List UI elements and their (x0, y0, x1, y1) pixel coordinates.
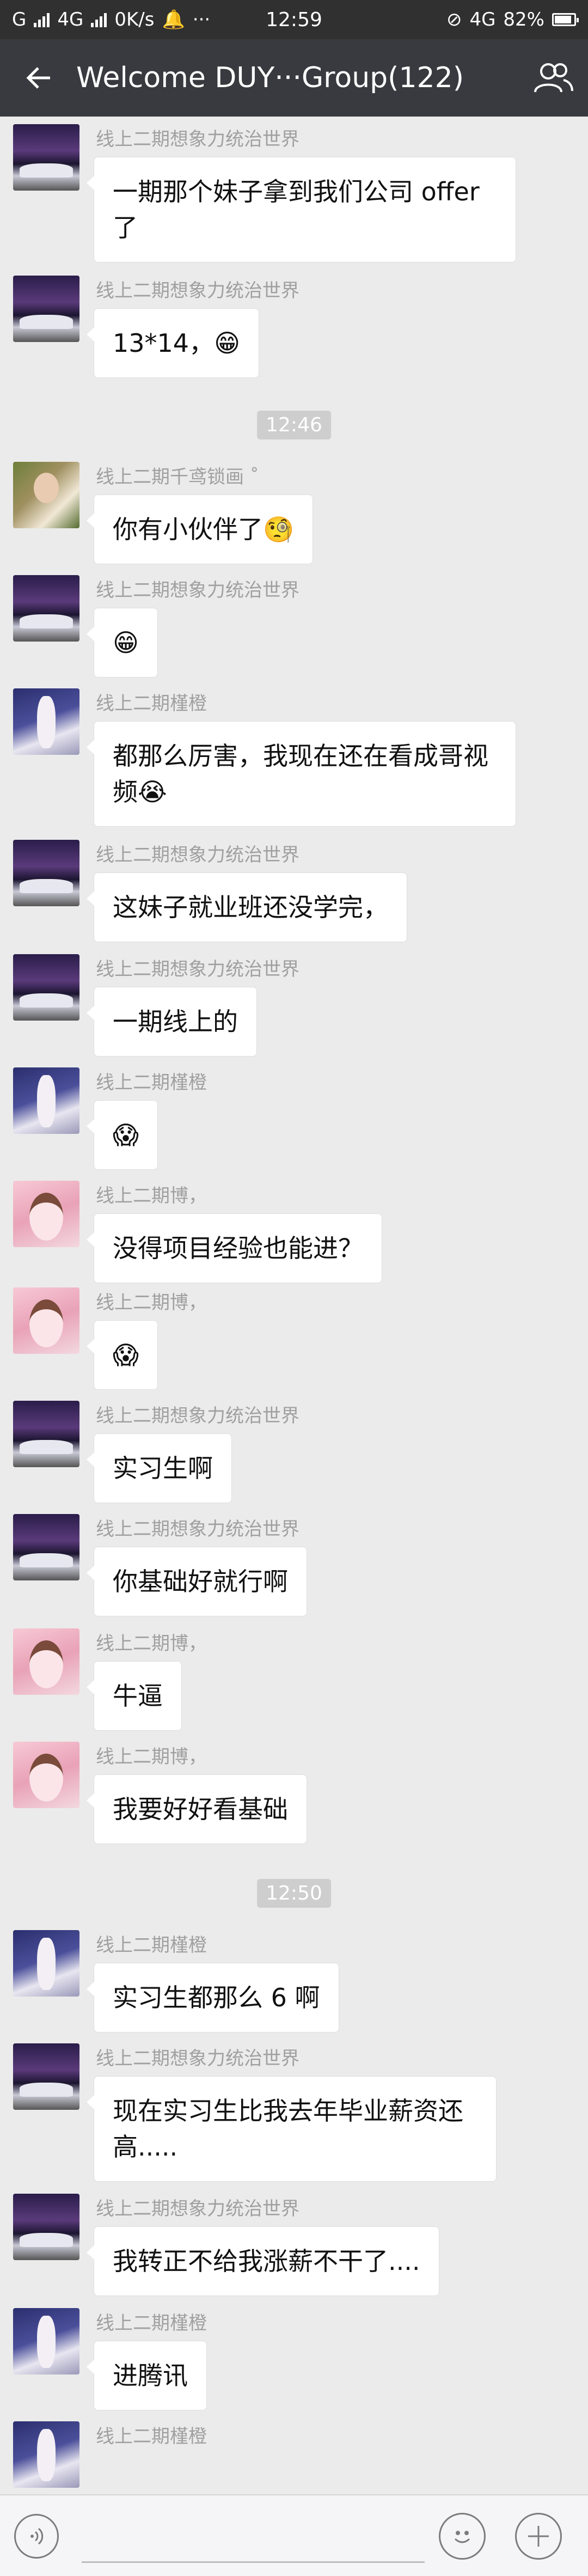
sender-name: 线上二期博， (96, 1292, 207, 1314)
sender-name: 线上二期想象力统治世界 (96, 1518, 299, 1540)
emoji-icon (454, 2531, 470, 2543)
message-bubble[interactable]: 😱 (87, 1320, 158, 1390)
sender-name: 线上二期槿橙 (96, 1072, 207, 1094)
message-bubble[interactable]: 13*14，😁 (86, 308, 260, 378)
message-bubble[interactable]: 没得项目经验也能进？ (87, 1213, 382, 1283)
avatar[interactable] (13, 1067, 79, 1134)
message-bubble[interactable]: 实习生啊 (87, 1433, 232, 1503)
avatar[interactable] (13, 2043, 79, 2110)
chat-title: Welcome DUY···Group(122) (76, 62, 464, 94)
sender-name: 线上二期千鸢锁画 ˚ (96, 466, 259, 488)
notification-icon: 🔔 (162, 9, 185, 30)
avatar[interactable] (13, 1742, 79, 1808)
sender-name: 线上二期想象力统治世界 (96, 2198, 299, 2220)
message-bubble[interactable]: 现在实习生比我去年毕业薪资还高..... (87, 2076, 497, 2182)
carrier-label: G (12, 9, 27, 30)
sender-name: 线上二期想象力统治世界 (96, 579, 299, 601)
timestamp-badge: 12:50 (257, 1879, 331, 1908)
avatar[interactable] (13, 688, 79, 755)
arrow-left-icon (26, 67, 50, 89)
back-button[interactable] (0, 39, 76, 117)
avatar[interactable] (13, 575, 79, 642)
more-icon: ··· (192, 9, 211, 30)
message-bubble[interactable]: 我要好好看基础 (87, 1774, 307, 1844)
sender-name: 线上二期博， (96, 1185, 207, 1207)
avatar[interactable] (13, 462, 79, 528)
avatar[interactable] (13, 1514, 79, 1580)
plus-button[interactable] (515, 2513, 562, 2560)
sender-name: 线上二期槿橙 (96, 2312, 207, 2334)
emoji-button[interactable] (439, 2513, 486, 2560)
message-bubble[interactable]: 实习生都那么 6 啊 (87, 1963, 339, 2032)
avatar[interactable] (13, 1628, 79, 1695)
clock: 12:59 (266, 8, 322, 31)
battery-percent: 82% (503, 9, 544, 30)
message-bubble[interactable]: 😱 (87, 1100, 158, 1170)
message-bubble[interactable]: 我转正不给我涨薪不干了.... (87, 2226, 439, 2296)
signal-icon (34, 12, 50, 27)
group-members-button[interactable] (517, 39, 588, 117)
message-bubble[interactable]: 一期线上的 (87, 987, 257, 1057)
avatar[interactable] (13, 2308, 79, 2374)
timestamp-badge: 12:46 (257, 411, 331, 439)
mute-icon: ⊘ (446, 9, 462, 30)
sender-name: 线上二期想象力统治世界 (96, 2048, 299, 2070)
avatar[interactable] (13, 1287, 79, 1354)
sender-name: 线上二期想象力统治世界 (96, 959, 299, 980)
chat-history[interactable]: 线上二期想象力统治世界 一期那个妹子拿到我们公司 offer 了 线上二期想象力… (0, 117, 588, 2494)
avatar[interactable] (13, 1181, 79, 1247)
message-bubble[interactable]: 都那么厉害，我现在还在看成哥视频😭 (87, 721, 516, 827)
sender-name: 线上二期槿橙 (96, 1934, 207, 1956)
sender-name: 线上二期想象力统治世界 (96, 280, 299, 302)
message-bubble[interactable]: 😁 (87, 608, 158, 677)
network-speed: 0K/s (114, 9, 155, 30)
avatar[interactable] (13, 1930, 79, 1997)
avatar[interactable] (13, 276, 79, 342)
avatar[interactable] (13, 2421, 79, 2488)
group-members-icon (534, 63, 573, 93)
sender-name: 线上二期想象力统治世界 (96, 844, 299, 866)
input-bar (0, 2494, 588, 2576)
message-bubble[interactable]: 进腾讯 (87, 2341, 207, 2410)
sender-name: 线上二期想象力统治世界 (96, 1405, 299, 1427)
sender-name: 线上二期想象力统治世界 (96, 129, 299, 150)
title-bar: Welcome DUY···Group(122) (0, 39, 588, 117)
plus-icon (528, 2526, 549, 2547)
avatar[interactable] (13, 840, 79, 906)
message-bubble[interactable]: 这妹子就业班还没学完， (87, 872, 407, 942)
message-bubble[interactable]: 你有小伙伴了🧐 (86, 495, 314, 564)
message-bubble[interactable]: 你基础好就行啊 (87, 1547, 307, 1616)
network-type: 4G (57, 9, 84, 30)
message-bubble[interactable]: 一期那个妹子拿到我们公司 offer 了 (87, 157, 516, 263)
avatar[interactable] (13, 2194, 79, 2260)
message-input[interactable] (82, 2508, 425, 2563)
network-type-right: 4G (469, 9, 496, 30)
battery-icon (552, 13, 579, 26)
sender-name: 线上二期槿橙 (96, 693, 207, 715)
signal-icon-2 (91, 12, 107, 27)
message-bubble[interactable]: 牛逼 (87, 1661, 182, 1731)
sender-name: 线上二期博， (96, 1633, 207, 1655)
sender-name: 线上二期博， (96, 1746, 207, 1768)
avatar[interactable] (13, 954, 79, 1021)
status-bar: G 4G 0K/s 🔔 ··· 12:59 ⊘ 4G 82% (0, 0, 588, 39)
avatar[interactable] (13, 124, 79, 191)
sender-name: 线上二期槿橙 (96, 2426, 207, 2447)
voice-button[interactable] (14, 2514, 59, 2559)
voice-icon (30, 2528, 44, 2545)
avatar[interactable] (13, 1401, 79, 1467)
